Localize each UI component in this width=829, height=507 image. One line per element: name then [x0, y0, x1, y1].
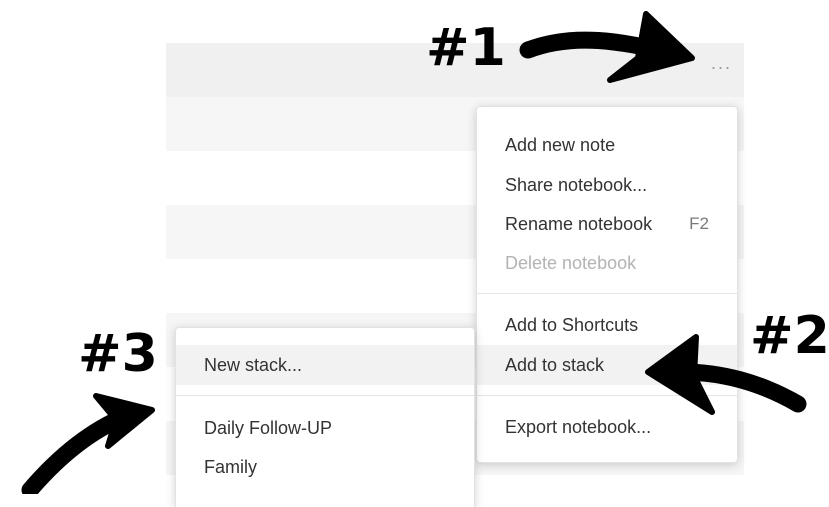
menu-item-new-stack[interactable]: New stack... — [176, 345, 474, 385]
notebook-context-menu: Add new note Share notebook... Rename no… — [476, 106, 738, 463]
menu-item-add-to-stack[interactable]: Add to stack — [477, 345, 737, 385]
menu-item-add-new-note[interactable]: Add new note — [477, 125, 737, 165]
menu-item-label: New stack... — [204, 354, 303, 375]
menu-divider — [477, 293, 737, 294]
arrow-3-icon — [21, 393, 155, 494]
menu-item-label: Add new note — [505, 134, 616, 155]
shortcut-label: F2 — [689, 214, 709, 233]
menu-item-label: Family — [204, 456, 257, 477]
annotation-3: #3 — [78, 324, 158, 384]
menu-item-export-notebook[interactable]: Export notebook... — [477, 407, 737, 447]
menu-item-label: Add to stack — [505, 354, 605, 375]
menu-item-label: Daily Follow-UP — [204, 417, 333, 438]
annotation-2: #2 — [750, 306, 829, 366]
menu-item-rename-notebook[interactable]: Rename notebook F2 — [477, 204, 737, 244]
menu-item-share-notebook[interactable]: Share notebook... — [477, 165, 737, 205]
menu-item-label: Delete notebook — [505, 252, 637, 273]
annotation-1: #1 — [426, 18, 506, 78]
menu-item-stack-daily-follow-up[interactable]: Daily Follow-UP — [176, 408, 474, 448]
stack-submenu: New stack... Daily Follow-UP Family — [175, 327, 475, 507]
more-actions-icon[interactable]: ··· — [704, 58, 738, 80]
menu-item-stack-family[interactable]: Family — [176, 447, 474, 487]
menu-item-label: Add to Shortcuts — [505, 314, 639, 335]
menu-item-delete-notebook: Delete notebook — [477, 243, 737, 283]
menu-item-label: Export notebook... — [505, 416, 652, 437]
menu-divider — [477, 395, 737, 396]
menu-item-add-to-shortcuts[interactable]: Add to Shortcuts — [477, 305, 737, 345]
menu-item-label: Rename notebook — [505, 213, 653, 234]
menu-item-label: Share notebook... — [505, 174, 648, 195]
menu-divider — [176, 395, 474, 396]
